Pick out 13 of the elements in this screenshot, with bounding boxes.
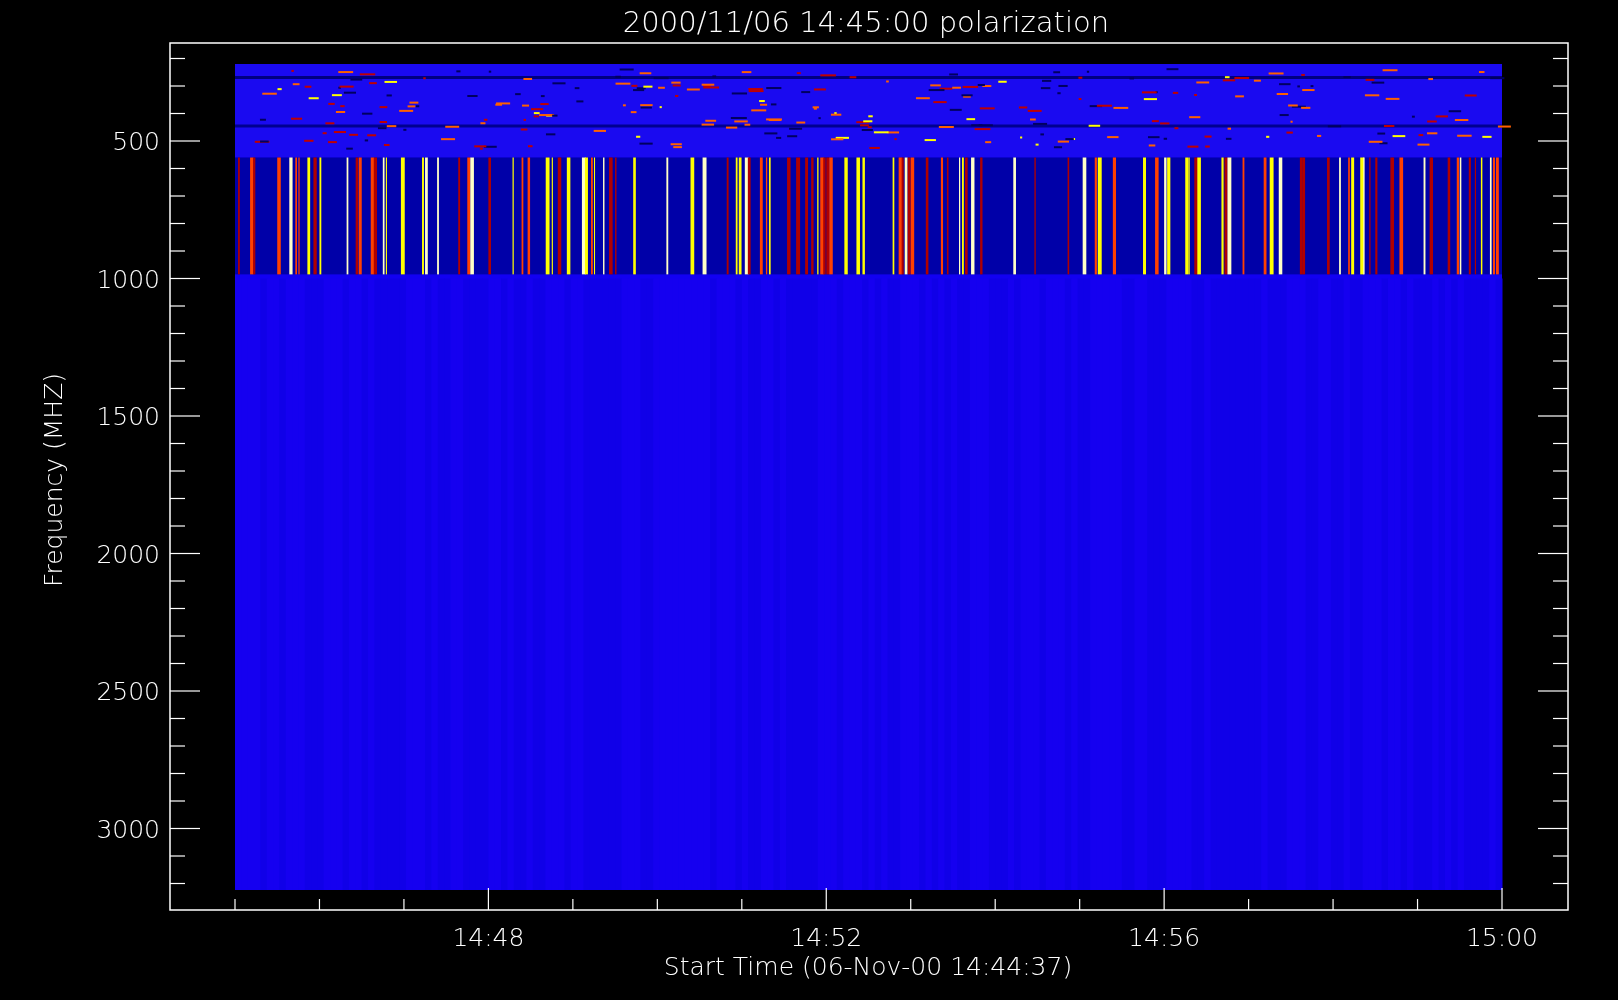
y-tick-label: 500	[112, 127, 160, 156]
x-tick-label: 14:48	[452, 923, 525, 952]
y-tick-label: 2000	[96, 539, 160, 569]
x-tick-label: 14:52	[790, 923, 863, 952]
y-axis-label: Frequency (MHZ)	[39, 372, 68, 588]
plot-title: 2000/11/06 14:45:00 polarization	[622, 5, 1110, 39]
y-tick-label: 2500	[96, 677, 160, 706]
x-tick-label: 14:56	[1128, 923, 1201, 952]
y-tick-label: 1000	[96, 264, 160, 294]
y-tick-label: 3000	[96, 814, 160, 844]
y-tick-label: 1500	[96, 402, 160, 431]
x-tick-label: 15:00	[1466, 923, 1538, 952]
x-axis-label: Start Time (06-Nov-00 14:44:37)	[663, 952, 1073, 981]
